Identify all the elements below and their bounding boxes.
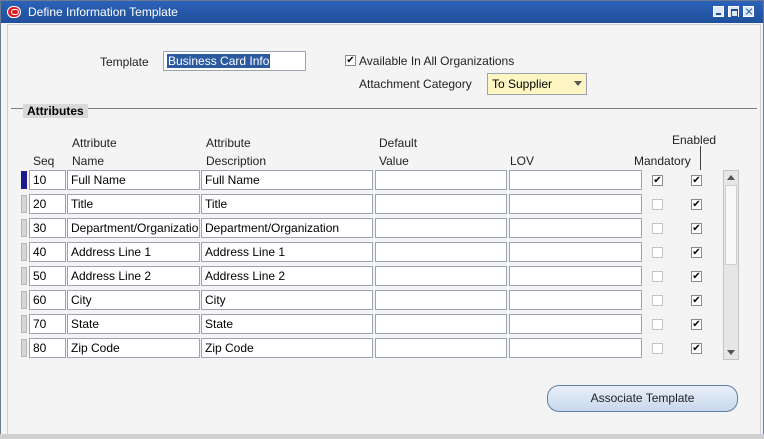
window-title: Define Information Template [28, 5, 178, 19]
enabled-checkbox[interactable]: ✔ [691, 319, 702, 330]
mandatory-checkbox[interactable] [652, 199, 663, 210]
attribute-description-field[interactable]: Full Name [201, 170, 373, 190]
default-value-field[interactable] [375, 170, 507, 190]
col-seq: Seq [33, 154, 55, 168]
default-value-field[interactable] [375, 242, 507, 262]
lov-field[interactable] [509, 194, 642, 214]
section-title: Attributes [23, 104, 88, 118]
attribute-name-field[interactable]: Zip Code [67, 338, 200, 358]
enabled-checkbox[interactable]: ✔ [691, 175, 702, 186]
row-indicator[interactable] [21, 195, 27, 213]
col-mandatory: Mandatory [634, 154, 691, 168]
default-value-field[interactable] [375, 194, 507, 214]
default-value-field[interactable] [375, 266, 507, 286]
enabled-checkbox[interactable]: ✔ [691, 271, 702, 282]
col-name-line2: Name [72, 154, 105, 168]
attribute-description-field[interactable]: Zip Code [201, 338, 373, 358]
lov-field[interactable] [509, 170, 642, 190]
enabled-header-line [700, 146, 701, 170]
scroll-up-icon[interactable] [727, 175, 735, 180]
mandatory-checkbox[interactable] [652, 319, 663, 330]
col-desc-line1: Attribute [206, 136, 251, 150]
lov-field[interactable] [509, 338, 642, 358]
attachment-category-label: Attachment Category [359, 77, 472, 91]
seq-field[interactable]: 30 [29, 218, 66, 238]
lov-field[interactable] [509, 266, 642, 286]
seq-field[interactable]: 70 [29, 314, 66, 334]
attribute-name-field[interactable]: Address Line 1 [67, 242, 200, 262]
attachment-category-select[interactable]: To Supplier [487, 73, 587, 95]
row-indicator[interactable] [21, 339, 27, 357]
enabled-checkbox[interactable]: ✔ [691, 199, 702, 210]
close-icon[interactable] [743, 6, 754, 17]
default-value-field[interactable] [375, 338, 507, 358]
seq-field[interactable]: 10 [29, 170, 66, 190]
row-indicator[interactable] [21, 315, 27, 333]
mandatory-checkbox[interactable] [652, 223, 663, 234]
row-indicator[interactable] [21, 291, 27, 309]
col-enabled: Enabled [672, 133, 717, 147]
col-default-line2: Value [379, 154, 409, 168]
template-field[interactable]: Business Card Info [163, 51, 306, 71]
lov-field[interactable] [509, 290, 642, 310]
oracle-logo-icon [7, 6, 21, 18]
attribute-description-field[interactable]: Department/Organization [201, 218, 373, 238]
chevron-down-icon [574, 81, 582, 86]
attribute-description-field[interactable]: Address Line 1 [201, 242, 373, 262]
associate-template-button[interactable]: Associate Template [547, 385, 738, 412]
mandatory-checkbox[interactable] [652, 295, 663, 306]
default-value-field[interactable] [375, 218, 507, 238]
attribute-description-field[interactable]: Title [201, 194, 373, 214]
lov-field[interactable] [509, 218, 642, 238]
col-default-line1: Default [379, 136, 418, 150]
lov-field[interactable] [509, 314, 642, 334]
attribute-name-field[interactable]: Address Line 2 [67, 266, 200, 286]
minimize-icon[interactable] [713, 6, 724, 17]
seq-field[interactable]: 60 [29, 290, 66, 310]
scroll-down-icon[interactable] [727, 350, 735, 355]
default-value-field[interactable] [375, 314, 507, 334]
template-label: Template [100, 55, 149, 69]
seq-field[interactable]: 40 [29, 242, 66, 262]
seq-field[interactable]: 80 [29, 338, 66, 358]
enabled-checkbox[interactable]: ✔ [691, 223, 702, 234]
attachment-category-value: To Supplier [492, 77, 553, 91]
row-indicator[interactable] [21, 171, 27, 189]
section-divider [11, 108, 757, 109]
available-label: Available In All Organizations [359, 54, 515, 68]
enabled-checkbox[interactable]: ✔ [691, 295, 702, 306]
attribute-description-field[interactable]: Address Line 2 [201, 266, 373, 286]
available-checkbox[interactable]: ✔ [345, 55, 356, 66]
attribute-description-field[interactable]: State [201, 314, 373, 334]
attribute-name-field[interactable]: State [67, 314, 200, 334]
col-lov: LOV [510, 154, 535, 168]
title-bar: Define Information Template [1, 1, 763, 23]
attribute-name-field[interactable]: Department/Organization [67, 218, 200, 238]
mandatory-checkbox[interactable] [652, 247, 663, 258]
attribute-name-field[interactable]: Full Name [67, 170, 200, 190]
mandatory-checkbox[interactable] [652, 271, 663, 282]
maximize-icon[interactable] [728, 6, 739, 17]
attribute-name-field[interactable]: City [67, 290, 200, 310]
col-desc-line2: Description [206, 154, 267, 168]
row-indicator[interactable] [21, 219, 27, 237]
bottom-frame [0, 434, 764, 439]
seq-field[interactable]: 20 [29, 194, 66, 214]
seq-field[interactable]: 50 [29, 266, 66, 286]
col-name-line1: Attribute [72, 136, 117, 150]
mandatory-checkbox[interactable]: ✔ [652, 175, 663, 186]
template-value: Business Card Info [167, 54, 271, 68]
scroll-thumb[interactable] [725, 185, 737, 265]
enabled-checkbox[interactable]: ✔ [691, 343, 702, 354]
row-indicator[interactable] [21, 267, 27, 285]
lov-field[interactable] [509, 242, 642, 262]
default-value-field[interactable] [375, 290, 507, 310]
mandatory-checkbox[interactable] [652, 343, 663, 354]
attribute-name-field[interactable]: Title [67, 194, 200, 214]
enabled-checkbox[interactable]: ✔ [691, 247, 702, 258]
vertical-scrollbar[interactable] [723, 170, 739, 360]
attribute-description-field[interactable]: City [201, 290, 373, 310]
row-indicator[interactable] [21, 243, 27, 261]
